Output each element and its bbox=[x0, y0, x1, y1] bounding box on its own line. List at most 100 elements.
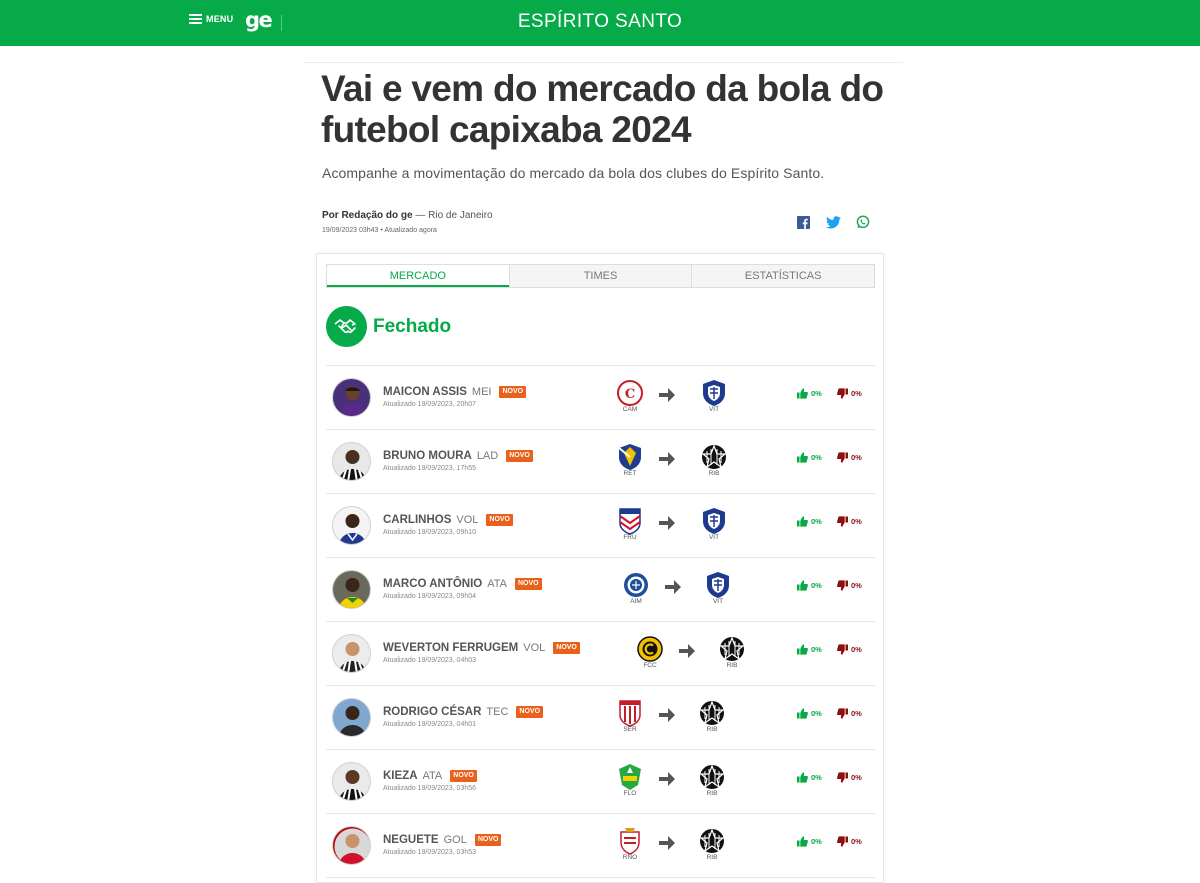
twitter-share-button[interactable] bbox=[825, 214, 841, 230]
transfer-row[interactable]: NEGUETE GOL NOVO Atualizado 19/09/2023, … bbox=[326, 814, 875, 878]
dislike-button[interactable]: 0% bbox=[837, 836, 862, 847]
from-club[interactable]: FRU bbox=[610, 507, 650, 541]
new-badge: NOVO bbox=[516, 706, 544, 718]
player-name[interactable]: MAICON ASSIS bbox=[383, 386, 467, 398]
player-avatar bbox=[332, 826, 371, 865]
club-crest-icon bbox=[703, 508, 725, 534]
club-abbr: VIT bbox=[712, 598, 724, 605]
updated-time: Atualizado 19/09/2023, 03h53 bbox=[383, 849, 477, 856]
thumbs-down-icon bbox=[837, 516, 848, 527]
player-info: MARCO ANTÔNIO ATA NOVO bbox=[383, 578, 542, 590]
player-position: VOL bbox=[456, 514, 479, 526]
from-club[interactable]: SER bbox=[610, 699, 650, 733]
player-name[interactable]: WEVERTON FERRUGEM bbox=[383, 642, 518, 654]
tab-estatisticas[interactable]: ESTATÍSTICAS bbox=[691, 265, 874, 287]
player-name[interactable]: KIEZA bbox=[383, 770, 418, 782]
status-label: Fechado bbox=[373, 316, 452, 337]
like-button[interactable]: 0% bbox=[797, 836, 822, 847]
from-club[interactable]: AIM bbox=[616, 571, 656, 605]
like-button[interactable]: 0% bbox=[797, 772, 822, 783]
to-club[interactable]: VIT bbox=[698, 571, 738, 605]
dislike-button[interactable]: 0% bbox=[837, 516, 862, 527]
club-abbr: RIB bbox=[706, 790, 718, 797]
thumbs-up-icon bbox=[797, 580, 808, 591]
player-name[interactable]: RODRIGO CÉSAR bbox=[383, 706, 481, 718]
whatsapp-share-button[interactable] bbox=[855, 214, 871, 230]
to-club[interactable]: RIB bbox=[692, 763, 732, 797]
player-name[interactable]: MARCO ANTÔNIO bbox=[383, 578, 482, 590]
club-abbr: CAM bbox=[622, 406, 638, 413]
transfer-arrow-icon bbox=[679, 644, 695, 658]
dislike-button[interactable]: 0% bbox=[837, 708, 862, 719]
section-title[interactable]: ESPÍRITO SANTO bbox=[0, 11, 1200, 33]
transfer-row[interactable]: KIEZA ATA NOVO Atualizado 19/09/2023, 03… bbox=[326, 750, 875, 814]
like-button[interactable]: 0% bbox=[797, 708, 822, 719]
player-position: ATA bbox=[487, 578, 507, 590]
updated-time: Atualizado 19/09/2023, 09h04 bbox=[383, 593, 477, 600]
dislike-button[interactable]: 0% bbox=[837, 452, 862, 463]
article-subtitle: Acompanhe a movimentação do mercado da b… bbox=[322, 165, 825, 181]
tab-mercado[interactable]: MERCADO bbox=[327, 265, 509, 287]
club-crest-icon bbox=[703, 380, 725, 406]
player-position: TEC bbox=[486, 706, 509, 718]
transfer-row[interactable]: MARCO ANTÔNIO ATA NOVO Atualizado 19/09/… bbox=[326, 558, 875, 622]
transfer-row[interactable]: BRUNO MOURA LAD NOVO Atualizado 19/09/20… bbox=[326, 430, 875, 494]
dislike-percent: 0% bbox=[851, 517, 862, 526]
updated-time: Atualizado 19/09/2023, 17h55 bbox=[383, 465, 477, 472]
player-position: ATA bbox=[422, 770, 443, 782]
to-club[interactable]: RIB bbox=[692, 699, 732, 733]
facebook-share-button[interactable] bbox=[795, 214, 811, 230]
new-badge: NOVO bbox=[474, 834, 502, 846]
handshake-icon bbox=[326, 306, 367, 347]
transfer-arrow-icon bbox=[659, 772, 675, 786]
like-button[interactable]: 0% bbox=[797, 452, 822, 463]
updated-time: Atualizado 19/09/2023, 04h03 bbox=[383, 657, 477, 664]
article-title: Vai e vem do mercado da bola do futebol … bbox=[321, 68, 884, 150]
svg-text:C: C bbox=[625, 387, 635, 402]
tab-times[interactable]: TIMES bbox=[508, 265, 692, 287]
like-button[interactable]: 0% bbox=[797, 388, 822, 399]
like-button[interactable]: 0% bbox=[797, 580, 822, 591]
from-club[interactable]: FCC bbox=[630, 635, 670, 669]
to-club[interactable]: VIT bbox=[694, 507, 734, 541]
from-club[interactable]: FLO bbox=[610, 763, 650, 797]
from-club[interactable]: RET bbox=[610, 443, 650, 477]
to-club[interactable]: RIB bbox=[694, 443, 734, 477]
like-button[interactable]: 0% bbox=[797, 516, 822, 527]
player-name[interactable]: NEGUETE bbox=[383, 834, 439, 846]
from-club[interactable]: RNO bbox=[610, 827, 650, 861]
player-name[interactable]: CARLINHOS bbox=[383, 514, 451, 526]
dislike-button[interactable]: 0% bbox=[837, 644, 862, 655]
from-club[interactable]: C CAM bbox=[610, 379, 650, 413]
dislike-button[interactable]: 0% bbox=[837, 580, 862, 591]
dislike-button[interactable]: 0% bbox=[837, 388, 862, 399]
thumbs-up-icon bbox=[797, 388, 808, 399]
to-club[interactable]: RIB bbox=[692, 827, 732, 861]
new-badge: NOVO bbox=[486, 514, 514, 526]
new-badge: NOVO bbox=[515, 578, 542, 590]
thumbs-up-icon bbox=[797, 516, 808, 527]
club-abbr: FLO bbox=[623, 790, 637, 797]
whatsapp-icon bbox=[856, 215, 870, 229]
like-percent: 0% bbox=[811, 645, 822, 654]
player-avatar bbox=[332, 634, 371, 673]
dislike-percent: 0% bbox=[851, 773, 862, 782]
to-club[interactable]: VIT bbox=[694, 379, 734, 413]
dislike-percent: 0% bbox=[851, 645, 862, 654]
dislike-button[interactable]: 0% bbox=[837, 772, 862, 783]
club-abbr: AIM bbox=[630, 598, 642, 605]
transfer-row[interactable]: CARLINHOS VOL NOVO Atualizado 19/09/2023… bbox=[326, 494, 875, 558]
transfer-row[interactable]: WEVERTON FERRUGEM VOL NOVO Atualizado 19… bbox=[326, 622, 875, 686]
updated-time: Atualizado 19/09/2023, 20h07 bbox=[383, 401, 477, 408]
to-club[interactable]: RIB bbox=[712, 635, 752, 669]
player-avatar bbox=[332, 698, 371, 737]
player-name[interactable]: BRUNO MOURA bbox=[383, 450, 472, 462]
dislike-percent: 0% bbox=[851, 837, 862, 846]
like-button[interactable]: 0% bbox=[797, 644, 822, 655]
transfer-row[interactable]: MAICON ASSIS MEI NOVO Atualizado 19/09/2… bbox=[326, 366, 875, 430]
club-crest-icon bbox=[618, 444, 641, 470]
transfer-row[interactable]: RODRIGO CÉSAR TEC NOVO Atualizado 19/09/… bbox=[326, 686, 875, 750]
transfer-list: MAICON ASSIS MEI NOVO Atualizado 19/09/2… bbox=[326, 365, 875, 878]
transfer-arrow-icon bbox=[659, 836, 675, 850]
club-abbr: RIB bbox=[708, 470, 720, 477]
